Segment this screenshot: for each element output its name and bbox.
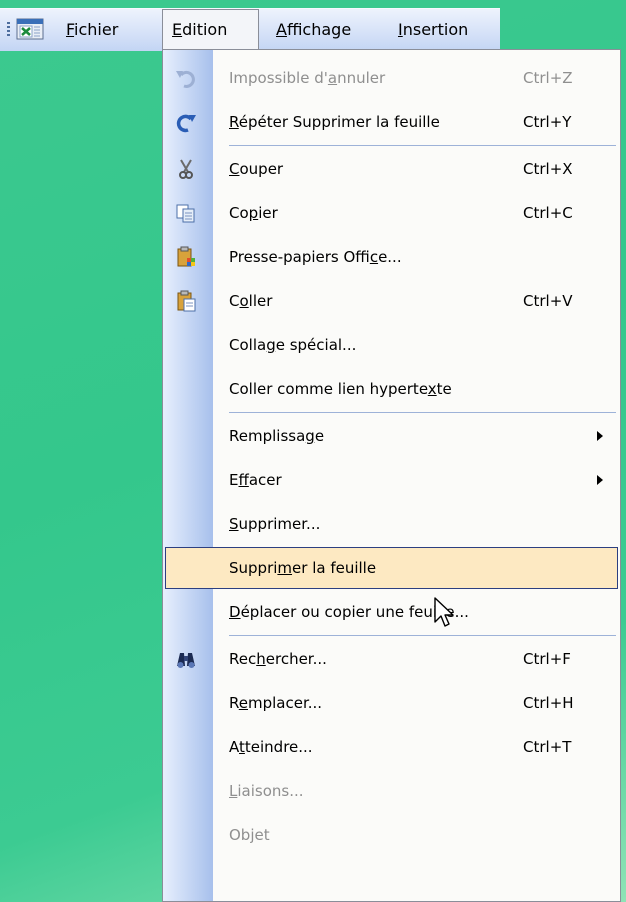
menu-item-impossible-d-annuler[interactable]: Impossible d'annuler Ctrl+Z <box>163 56 620 100</box>
menu-item-label: Remplacer... <box>229 694 323 712</box>
menu-item-label: Supprimer... <box>229 515 321 533</box>
excel-icon[interactable] <box>16 18 44 40</box>
shortcut-label: Ctrl+Y <box>523 113 572 131</box>
menu-item-label: Atteindre... <box>229 738 313 756</box>
menu-item-label: Objet <box>229 826 270 844</box>
menu-item-remplacer[interactable]: Remplacer... Ctrl+H <box>163 681 620 725</box>
menu-item-supprimer[interactable]: Supprimer... <box>163 502 620 546</box>
menu-item-liaisons[interactable]: Liaisons... <box>163 769 620 813</box>
menu-affichage[interactable]: Affichage <box>268 9 359 51</box>
menu-insertion[interactable]: Insertion <box>390 9 476 51</box>
menu-item-label: Presse-papiers Office... <box>229 248 402 266</box>
menu-item-label: Liaisons... <box>229 782 304 800</box>
menu-item-label: Rechercher... <box>229 650 327 668</box>
paste-icon <box>175 290 197 312</box>
menu-label: dition <box>182 20 228 39</box>
submenu-arrow-icon <box>597 475 603 485</box>
menu-item-copier[interactable]: Copier Ctrl+C <box>163 191 620 235</box>
mouse-cursor-icon <box>434 597 454 627</box>
menu-item-presse-papiers-office[interactable]: Presse-papiers Office... <box>163 235 620 279</box>
menu-bar: Fichier Edition Affichage Insertion <box>0 8 500 51</box>
menu-item-label: Coller <box>229 292 273 310</box>
menu-item-coller-comme-lien-hypertexte[interactable]: Coller comme lien hypertexte <box>163 367 620 411</box>
menu-label: ichier <box>74 20 119 39</box>
shortcut-label: Ctrl+Z <box>523 69 573 87</box>
menu-separator <box>229 412 616 413</box>
shortcut-label: Ctrl+F <box>523 650 571 668</box>
shortcut-label: Ctrl+X <box>523 160 573 178</box>
menu-edition[interactable]: Edition <box>162 9 259 51</box>
menu-accel: F <box>66 20 75 39</box>
clipboard-office-icon <box>175 246 197 268</box>
menu-item-supprimer-la-feuille[interactable]: Supprimer la feuille <box>163 546 620 590</box>
menu-item-collage-special[interactable]: Collage spécial... <box>163 323 620 367</box>
submenu-arrow-icon <box>597 431 603 441</box>
toolbar-grip[interactable] <box>7 22 10 38</box>
menu-item-label: Impossible d'annuler <box>229 69 386 87</box>
menu-label: ffichage <box>286 20 352 39</box>
menu-item-label: Effacer <box>229 471 282 489</box>
redo-icon <box>175 111 197 133</box>
menu-accel: E <box>172 20 183 39</box>
menu-separator <box>229 635 616 636</box>
undo-icon <box>175 67 197 89</box>
menu-item-label: Copier <box>229 204 278 222</box>
menu-item-coller[interactable]: Coller Ctrl+V <box>163 279 620 323</box>
copy-icon <box>175 202 197 224</box>
menu-item-label: Couper <box>229 160 284 178</box>
shortcut-label: Ctrl+C <box>523 204 573 222</box>
menu-item-deplacer-ou-copier-une-feuille[interactable]: Déplacer ou copier une feuille... <box>163 590 620 634</box>
menu-separator <box>229 145 616 146</box>
menu-label: nsertion <box>402 20 469 39</box>
binoculars-icon <box>175 648 197 670</box>
shortcut-label: Ctrl+H <box>523 694 574 712</box>
menu-item-remplissage[interactable]: Remplissage <box>163 414 620 458</box>
menu-item-objet[interactable]: Objet <box>163 813 620 857</box>
menu-item-label: Collage spécial... <box>229 336 357 354</box>
menu-item-label: Répéter Supprimer la feuille <box>229 113 440 131</box>
scissors-icon <box>175 158 197 180</box>
shortcut-label: Ctrl+T <box>523 738 572 756</box>
edition-dropdown-menu: Impossible d'annuler Ctrl+Z Répéter Suppri… <box>162 49 621 902</box>
menu-fichier[interactable]: Fichier <box>58 9 126 51</box>
menu-item-label: Coller comme lien hypertexte <box>229 380 452 398</box>
menu-item-effacer[interactable]: Effacer <box>163 458 620 502</box>
shortcut-label: Ctrl+V <box>523 292 573 310</box>
menu-item-label: Remplissage <box>229 427 325 445</box>
menu-item-repeter-supprimer-la-feuille[interactable]: Répéter Supprimer la feuille Ctrl+Y <box>163 100 620 144</box>
menu-item-label: Supprimer la feuille <box>229 559 377 577</box>
menu-accel: A <box>276 20 287 39</box>
menu-item-rechercher[interactable]: Rechercher... Ctrl+F <box>163 637 620 681</box>
menu-item-atteindre[interactable]: Atteindre... Ctrl+T <box>163 725 620 769</box>
menu-item-couper[interactable]: Couper Ctrl+X <box>163 147 620 191</box>
